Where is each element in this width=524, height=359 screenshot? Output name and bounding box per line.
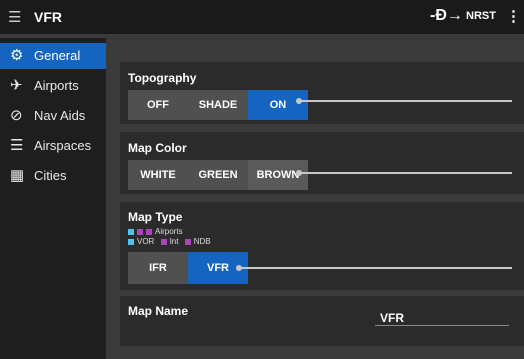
map-type-title: Map Type: [128, 210, 183, 224]
sidebar-item-nav-aids[interactable]: ⊘ Nav Aids: [0, 103, 106, 129]
map-color-leader-line: [298, 172, 512, 174]
airport-icon: ✈: [10, 77, 23, 94]
topography-leader-line: [298, 100, 512, 102]
topography-off-button[interactable]: OFF: [128, 90, 188, 120]
legend-airports-label: Airports: [155, 227, 183, 236]
app-title: VFR: [34, 9, 62, 25]
sidebar-item-airports[interactable]: ✈ Airports: [0, 73, 106, 99]
sidebar-item-label: Airports: [34, 78, 79, 93]
navaid-legend: VOR Int NDB: [128, 237, 211, 246]
map-color-panel: Map Color WHITE GREEN BROWN: [120, 132, 524, 194]
direct-to-icon[interactable]: -Ð→: [430, 7, 463, 25]
map-name-field[interactable]: VFR: [380, 311, 404, 325]
legend-ndb-label: NDB: [193, 237, 211, 246]
top-app-bar: ☰ VFR -Ð→ NRST ⋮: [0, 0, 524, 34]
sidebar-item-cities[interactable]: ▦ Cities: [0, 163, 106, 189]
topography-shade-button[interactable]: SHADE: [188, 90, 248, 120]
map-type-panel: Map Type Airports VOR Int NDB IFR VFR: [120, 202, 524, 290]
menu-icon[interactable]: ☰: [8, 8, 21, 26]
legend-swatch: [160, 238, 167, 245]
map-color-leader-dot: [296, 170, 302, 176]
legend-swatch: [128, 228, 134, 235]
map-name-title: Map Name: [128, 304, 189, 318]
city-icon: ▦: [10, 167, 25, 184]
map-type-leader-dot: [236, 265, 242, 271]
map-type-ifr-button[interactable]: IFR: [128, 252, 188, 284]
legend-swatch: [128, 238, 134, 245]
sidebar-item-label: General: [34, 48, 81, 63]
nrst-button[interactable]: NRST: [466, 10, 496, 22]
map-name-panel: Map Name: [120, 296, 524, 346]
sidebar-item-label: Airspaces: [34, 138, 92, 153]
sidebar-item-general[interactable]: ⚙ General: [0, 43, 106, 69]
more-options-icon[interactable]: ⋮: [506, 7, 521, 25]
map-color-green-button[interactable]: GREEN: [188, 160, 248, 190]
topography-on-button[interactable]: ON: [248, 90, 308, 120]
topography-title: Topography: [128, 71, 197, 85]
legend-swatch: [146, 228, 152, 235]
airports-legend: Airports: [128, 227, 183, 236]
topography-panel: Topography OFF SHADE ON: [120, 62, 524, 124]
gear-icon: ⚙: [10, 47, 24, 64]
airspace-icon: ☰: [10, 137, 24, 154]
legend-int-label: Int: [169, 237, 179, 246]
legend-vor-label: VOR: [137, 237, 155, 246]
compass-icon: ⊘: [10, 107, 23, 124]
topography-leader-dot: [296, 98, 302, 104]
map-color-white-button[interactable]: WHITE: [128, 160, 188, 190]
settings-main: Topography OFF SHADE ON Map Color WHITE …: [106, 38, 524, 359]
map-color-title: Map Color: [128, 141, 187, 155]
map-type-leader-line: [238, 267, 512, 269]
sidebar: ⚙ General ✈ Airports ⊘ Nav Aids ☰ Airspa…: [0, 38, 106, 359]
sidebar-item-airspaces[interactable]: ☰ Airspaces: [0, 133, 106, 159]
sidebar-item-label: Nav Aids: [34, 108, 86, 123]
map-name-underline: [375, 325, 509, 326]
sidebar-item-label: Cities: [34, 168, 67, 183]
legend-swatch: [184, 238, 191, 245]
legend-swatch: [137, 228, 143, 235]
